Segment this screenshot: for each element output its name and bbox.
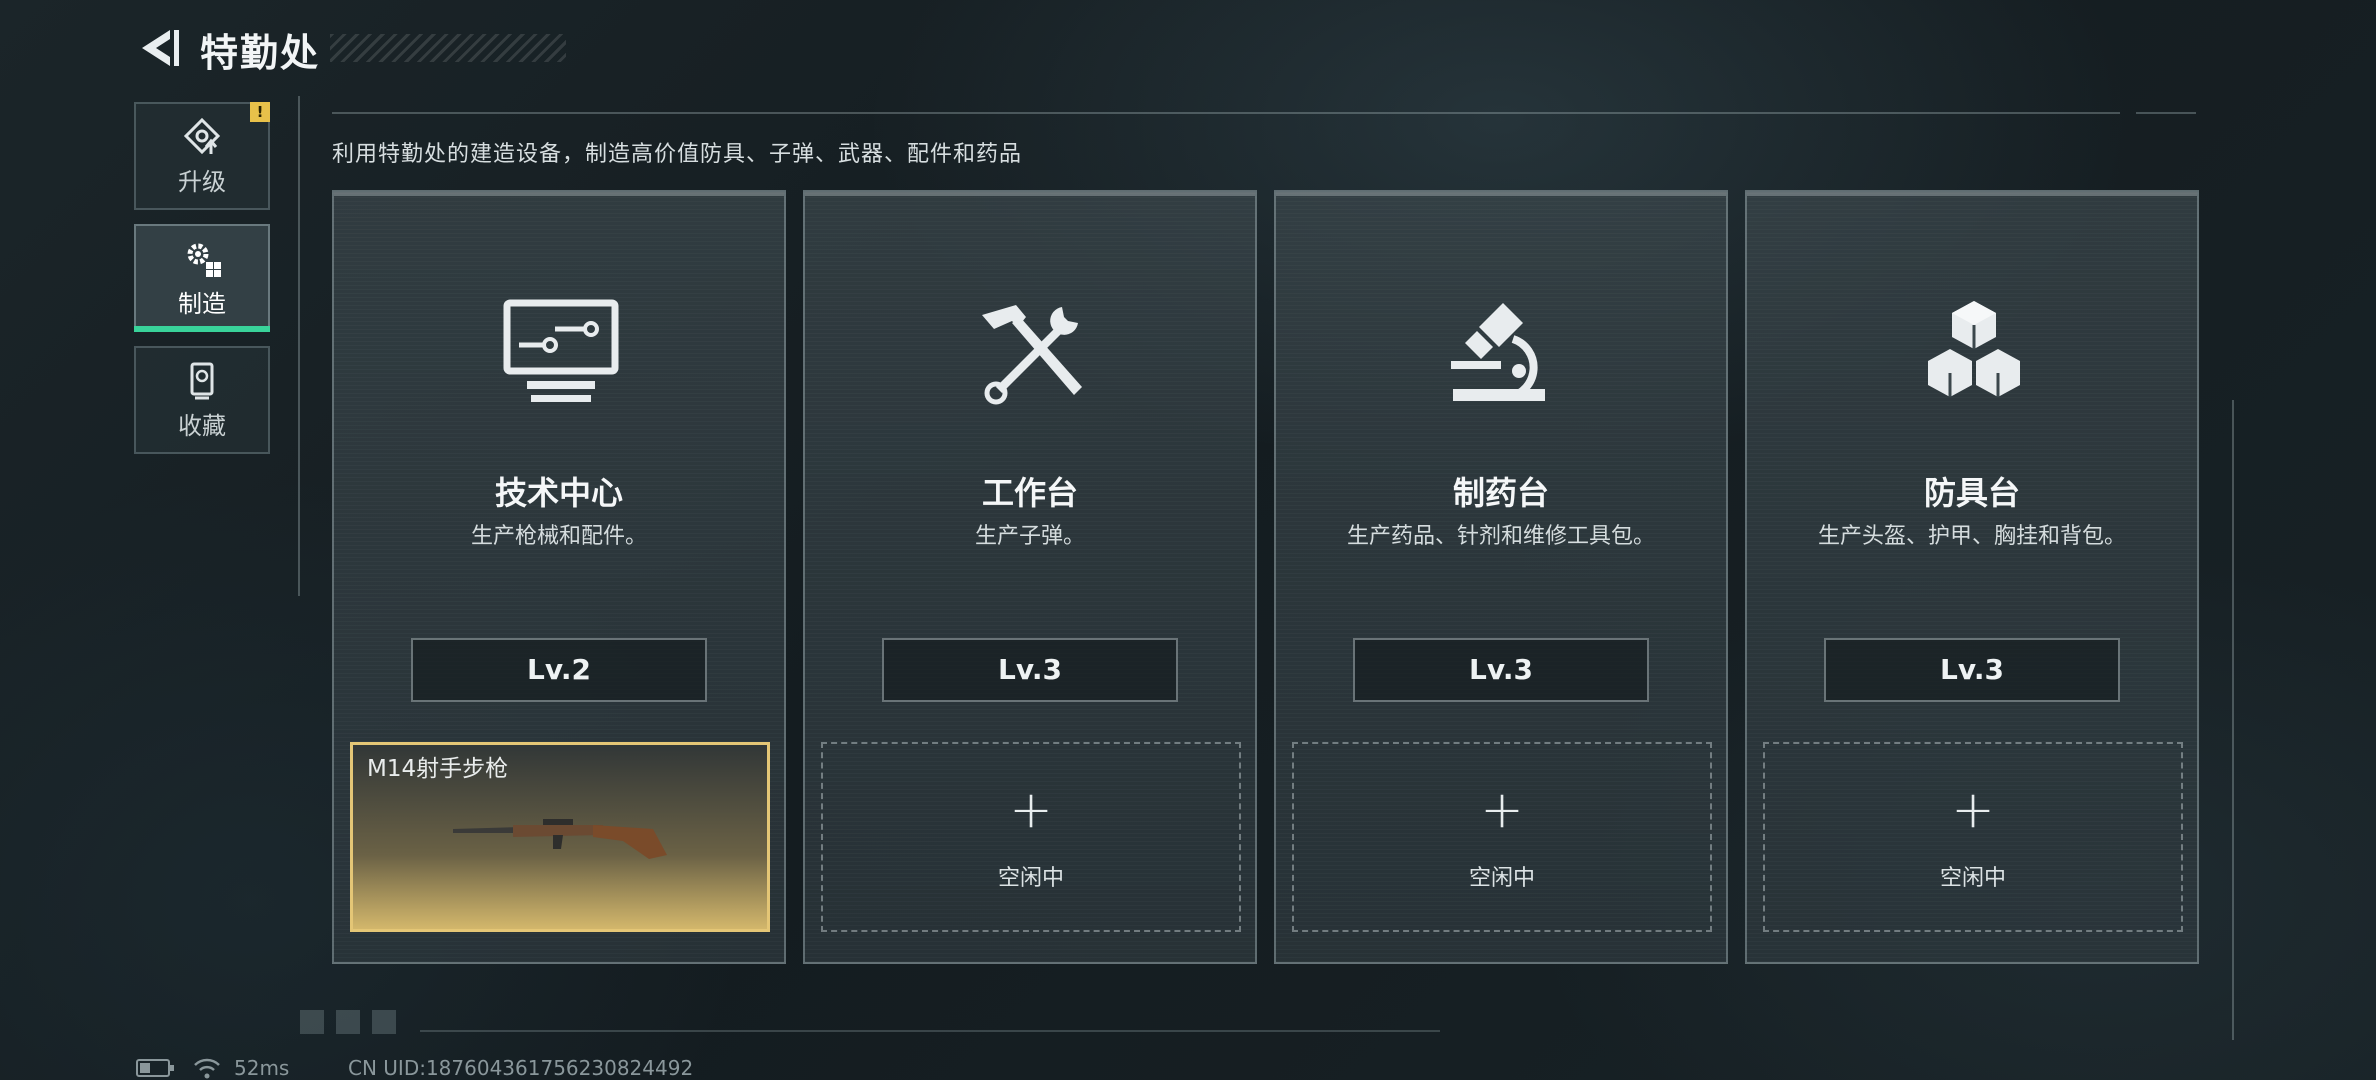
- active-tab-indicator: [134, 326, 270, 332]
- hammer-wrench-icon: [982, 305, 1082, 405]
- battery-icon: [136, 1059, 174, 1077]
- add-production-icon: +: [1480, 780, 1524, 840]
- production-slot[interactable]: + 空闲中: [1763, 742, 2183, 932]
- production-slot[interactable]: + 空闲中: [1292, 742, 1712, 932]
- station-description: 生产子弹。: [974, 524, 1085, 549]
- user-uid: CN UID:187604361756230824492: [348, 1056, 694, 1080]
- station-name: 防具台: [1923, 474, 2020, 512]
- production-slot[interactable]: + 空闲中: [821, 742, 1241, 932]
- crafting-item-name: M14射手步枪: [367, 756, 509, 782]
- station-name: 工作台: [981, 474, 1078, 512]
- top-rule: [332, 112, 2120, 114]
- add-production-icon: +: [1009, 780, 1053, 840]
- page-description: 利用特勤处的建造设备，制造高价值防具、子弹、武器、配件和药品: [332, 142, 1023, 167]
- title-decoration: [330, 34, 566, 62]
- footer-decoration: [300, 1010, 400, 1034]
- station-description: 生产头盔、护甲、胸挂和背包。: [1817, 524, 2126, 549]
- sidebar-item-label: 升级: [178, 167, 226, 196]
- slot-status: 空闲中: [1939, 866, 2006, 891]
- station-level-button[interactable]: Lv.3: [1824, 638, 2120, 702]
- footer-rule: [420, 1030, 1440, 1032]
- ping-readout: 52ms: [234, 1056, 290, 1080]
- sidebar-item-label: 制造: [178, 289, 226, 318]
- station-level-button[interactable]: Lv.3: [882, 638, 1178, 702]
- station-level-button[interactable]: Lv.3: [1353, 638, 1649, 702]
- sidebar-item-label: 收藏: [178, 411, 226, 440]
- alert-badge: !: [250, 102, 270, 122]
- slot-status: 空闲中: [997, 866, 1064, 891]
- sidebar-item-collection[interactable]: 收藏: [134, 346, 270, 454]
- station-card-pharmacy[interactable]: 制药台 生产药品、针剂和维修工具包。 Lv.3 + 空闲中: [1274, 190, 1728, 964]
- right-edge-line: [2232, 400, 2234, 1040]
- station-name: 技术中心: [494, 474, 623, 512]
- production-slot[interactable]: M14射手步枪: [350, 742, 770, 932]
- rifle-icon: [453, 819, 667, 859]
- page-title: 特勤处: [200, 31, 321, 75]
- station-level-button[interactable]: Lv.2: [411, 638, 707, 702]
- armor-boxes-icon: [1928, 301, 2020, 397]
- wifi-icon: [194, 1058, 220, 1079]
- monitor-circuit-icon: [503, 299, 619, 402]
- slot-status: 空闲中: [1468, 866, 1535, 891]
- top-rule-end: [2136, 112, 2196, 114]
- vertical-divider: [298, 96, 300, 596]
- back-arrow-icon[interactable]: [136, 26, 180, 70]
- station-card-tech-center[interactable]: 技术中心 生产枪械和配件。 Lv.2 M14射手步枪: [332, 190, 786, 964]
- station-description: 生产枪械和配件。: [470, 524, 647, 549]
- microscope-icon: [1451, 303, 1545, 401]
- station-name: 制药台: [1452, 474, 1549, 512]
- station-description: 生产药品、针剂和维修工具包。: [1346, 524, 1655, 549]
- crafting-gears-icon: [187, 243, 221, 277]
- sidebar-item-crafting[interactable]: 制造: [134, 224, 270, 332]
- add-production-icon: +: [1951, 780, 1995, 840]
- station-card-workbench[interactable]: 工作台 生产子弹。 Lv.3 + 空闲中: [803, 190, 1257, 964]
- upgrade-icon: [183, 117, 221, 154]
- collection-icon: [190, 362, 214, 399]
- station-card-armor[interactable]: 防具台 生产头盔、护甲、胸挂和背包。 Lv.3 + 空闲中: [1745, 190, 2199, 964]
